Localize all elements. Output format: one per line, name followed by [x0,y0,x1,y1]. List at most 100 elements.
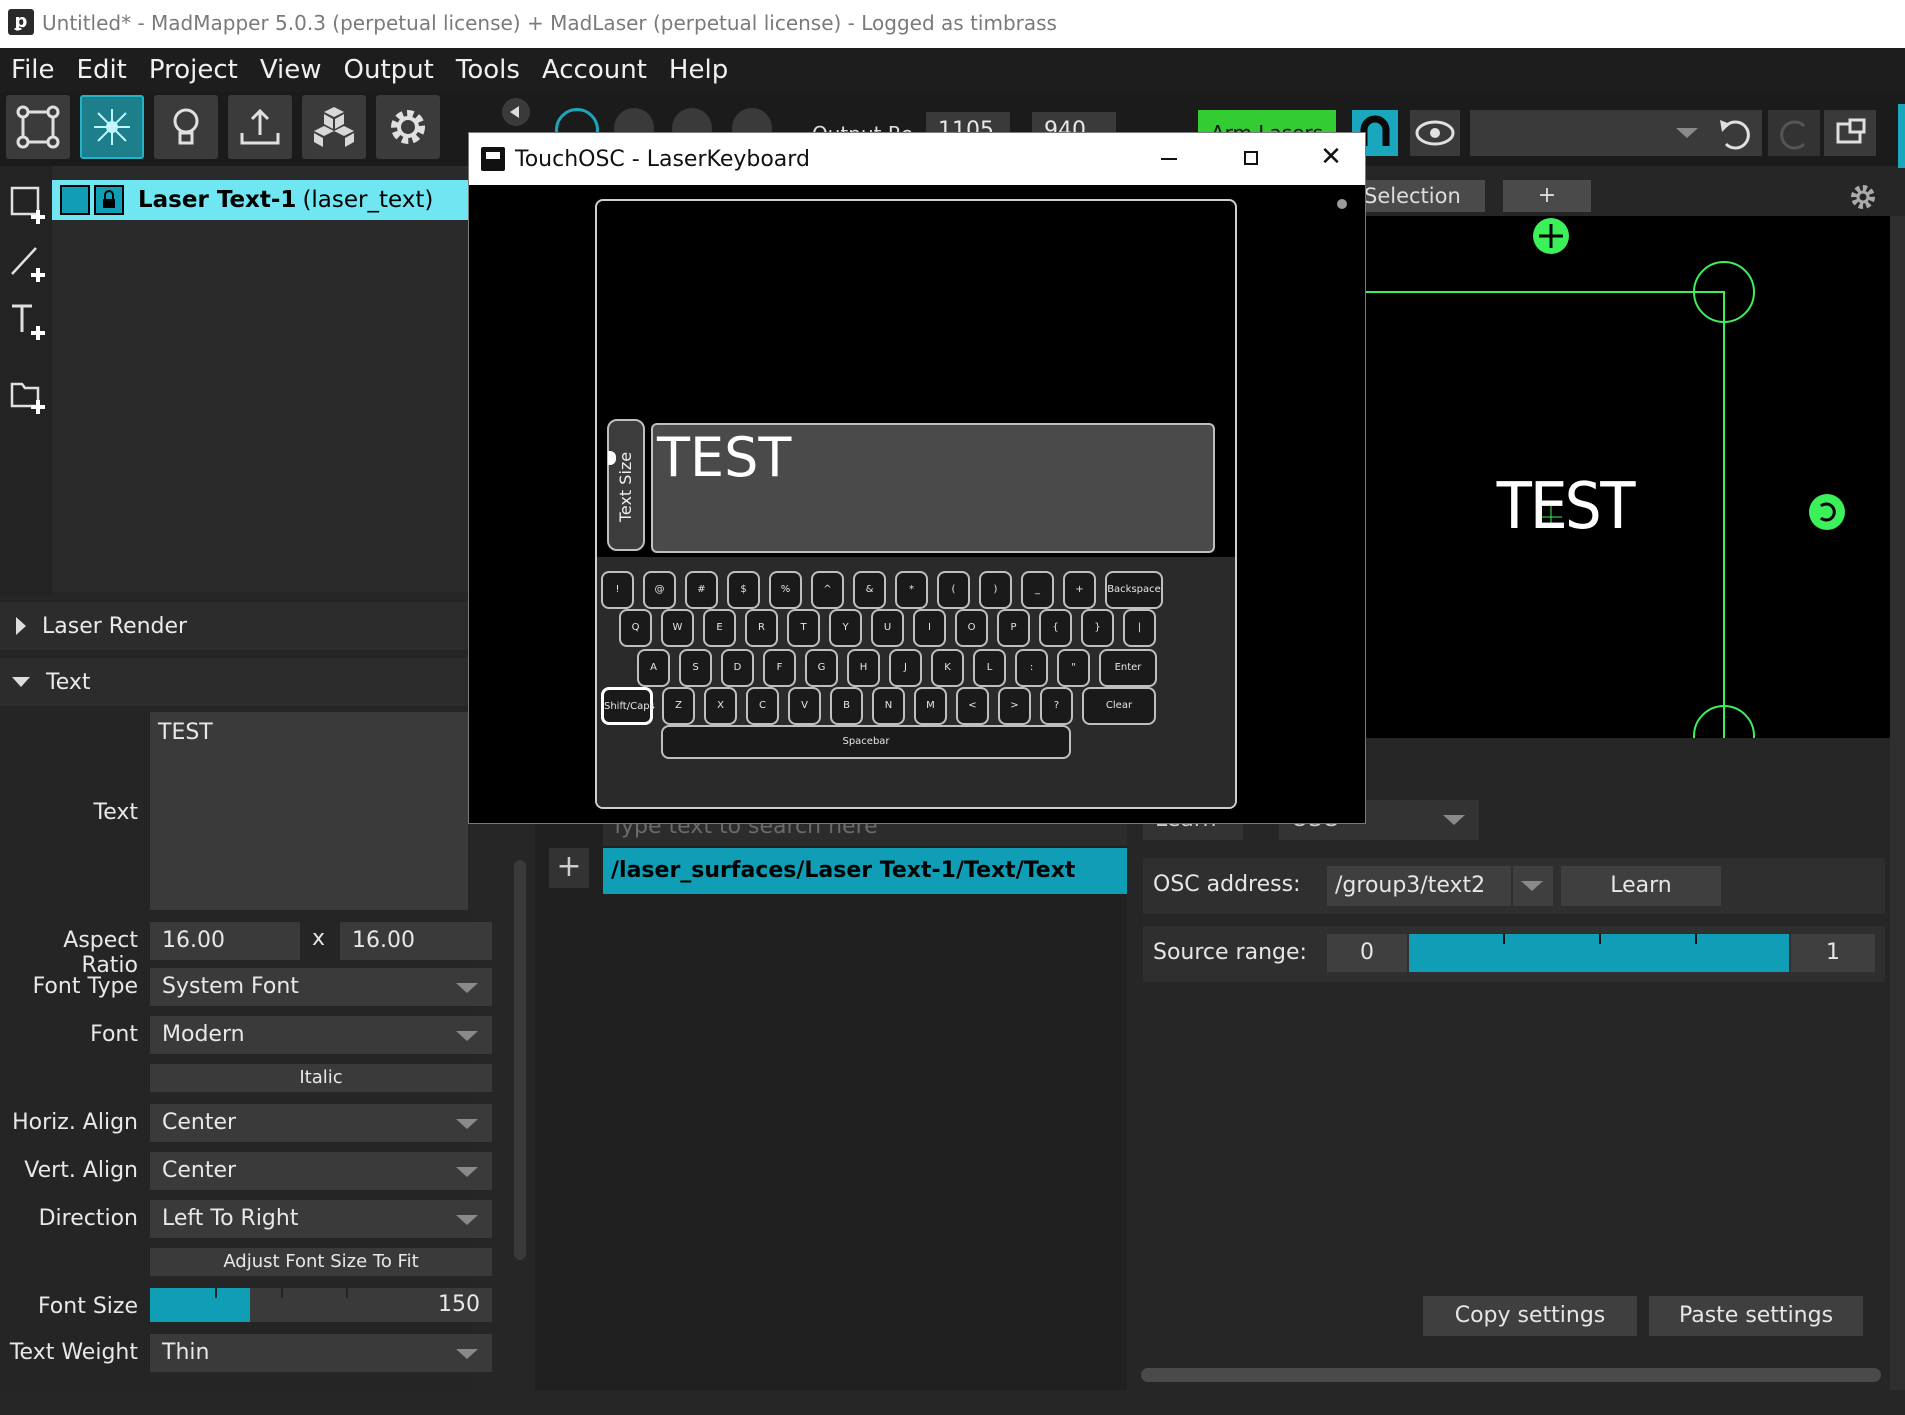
key-sym11[interactable]: } [1081,609,1114,647]
key-z[interactable]: Z [662,687,695,725]
key-sym9[interactable]: ) [979,571,1012,609]
menu-tools[interactable]: Tools [445,48,531,92]
key-sym10[interactable]: ? [1040,687,1073,725]
menu-file[interactable]: File [0,48,66,92]
menu-edit[interactable]: Edit [66,48,138,92]
key-sym5[interactable]: ^ [811,571,844,609]
aspect-height-field[interactable]: 16.00 [340,922,492,960]
add-folder-button[interactable] [10,376,50,420]
key-sym9[interactable]: : [1015,649,1048,687]
key-i[interactable]: I [913,609,946,647]
key-sym10[interactable]: " [1057,649,1090,687]
key-sym10[interactable]: _ [1021,571,1054,609]
learn-button[interactable]: Learn [1561,866,1721,906]
key-e[interactable]: E [703,609,736,647]
canvas-settings-button[interactable] [1848,182,1878,216]
key-clear[interactable]: Clear [1082,687,1156,725]
section-text[interactable]: Text [0,658,470,706]
key-sym0[interactable]: ! [601,571,634,609]
paste-settings-button[interactable]: Paste settings [1649,1296,1863,1336]
key-sym8[interactable]: < [956,687,989,725]
rotate-handle-icon[interactable] [1809,494,1845,530]
key-w[interactable]: W [661,609,694,647]
range-max-field[interactable]: 1 [1791,934,1875,972]
key-q[interactable]: Q [619,609,652,647]
key-k[interactable]: K [931,649,964,687]
add-quad-button[interactable] [10,186,50,230]
font-type-select[interactable]: System Font [150,968,492,1006]
range-slider[interactable] [1409,934,1789,972]
key-b[interactable]: B [830,687,863,725]
close-button[interactable]: ✕ [1311,139,1351,175]
address-row-selected[interactable]: /laser_surfaces/Laser Text-1/Text/Text [603,848,1127,894]
key-shiftcaps[interactable]: Shift/Caps [601,687,655,725]
right-edge-scrollbar[interactable] [1890,216,1905,1390]
menu-account[interactable]: Account [531,48,658,92]
add-text-button[interactable] [10,302,50,346]
key-sym2[interactable]: # [685,571,718,609]
tab-selection[interactable]: Selection [1350,180,1485,212]
key-sym7[interactable]: * [895,571,928,609]
key-s[interactable]: S [679,649,712,687]
key-sym10[interactable]: { [1039,609,1072,647]
text-input[interactable]: TEST [150,712,468,910]
key-backspace[interactable]: Backspace [1105,571,1163,609]
key-g[interactable]: G [805,649,838,687]
key-enter[interactable]: Enter [1099,649,1157,687]
key-y[interactable]: Y [829,609,862,647]
section-laser-render[interactable]: Laser Render [0,602,470,650]
text-size-fader[interactable]: Text Size [607,419,645,551]
properties-scrollbar[interactable] [514,860,526,1260]
lock-button[interactable] [94,185,124,215]
surface-mode-button[interactable] [6,95,70,159]
key-sym12[interactable]: | [1123,609,1156,647]
font-size-value[interactable]: 150 [412,1288,492,1322]
osc-address-input[interactable]: /group3/text2 [1327,866,1511,906]
surface-row-laser-text-1[interactable]: Laser Text-1 (laser_text) [52,180,470,220]
key-u[interactable]: U [871,609,904,647]
osc-address-dropdown[interactable] [1513,866,1553,906]
window-button[interactable] [1824,110,1876,156]
add-line-button[interactable] [10,244,50,288]
copy-settings-button[interactable]: Copy settings [1423,1296,1637,1336]
key-sym3[interactable]: $ [727,571,760,609]
key-v[interactable]: V [788,687,821,725]
menu-help[interactable]: Help [658,48,739,92]
surface-color-swatch[interactable] [60,185,90,215]
output-select[interactable] [1470,110,1712,156]
settings-button[interactable] [376,95,440,159]
maximize-button[interactable] [1231,143,1271,173]
horiz-align-select[interactable]: Center [150,1104,492,1142]
horizontal-scrollbar[interactable] [1141,1368,1881,1382]
key-r[interactable]: R [745,609,778,647]
minimize-button[interactable] [1149,143,1189,173]
canvas-view[interactable]: TEST [1334,216,1890,813]
light-mode-button[interactable] [154,95,218,159]
menu-project[interactable]: Project [138,48,249,92]
key-sym9[interactable]: > [998,687,1031,725]
laser-mode-button[interactable] [80,95,144,159]
collapse-arrow-button[interactable] [502,98,530,126]
italic-toggle[interactable]: Italic [150,1064,492,1092]
font-size-slider[interactable] [150,1288,412,1322]
aspect-width-field[interactable]: 16.00 [150,922,300,960]
key-sym4[interactable]: % [769,571,802,609]
key-d[interactable]: D [721,649,754,687]
key-spacebar[interactable]: Spacebar [661,725,1071,759]
redo-button[interactable] [1768,110,1820,156]
adjust-font-size-button[interactable]: Adjust Font Size To Fit [150,1248,492,1276]
add-button[interactable]: + [549,848,589,888]
vert-align-select[interactable]: Center [150,1152,492,1190]
key-sym11[interactable]: + [1063,571,1096,609]
key-sym8[interactable]: ( [937,571,970,609]
key-sym6[interactable]: & [853,571,886,609]
key-c[interactable]: C [746,687,779,725]
key-sym1[interactable]: @ [643,571,676,609]
key-o[interactable]: O [955,609,988,647]
direction-select[interactable]: Left To Right [150,1200,492,1238]
font-select[interactable]: Modern [150,1016,492,1054]
add-tab-button[interactable]: + [1503,180,1591,212]
range-min-field[interactable]: 0 [1327,934,1407,972]
key-a[interactable]: A [637,649,670,687]
key-f[interactable]: F [763,649,796,687]
